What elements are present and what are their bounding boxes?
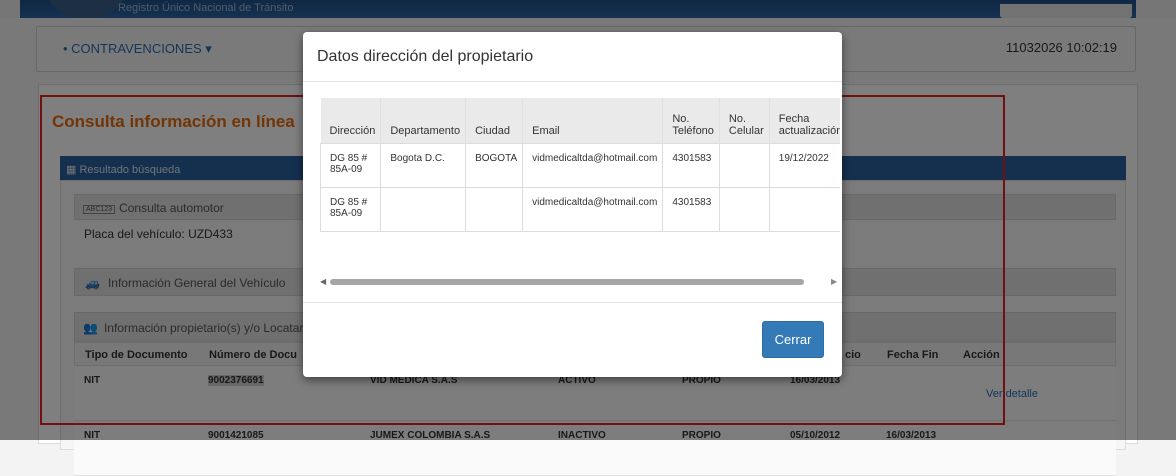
- horizontal-scrollbar[interactable]: ◀ ▶: [320, 276, 840, 288]
- cell-ciudad: [465, 186, 524, 232]
- cell-fecha: [768, 186, 840, 232]
- col-email: Email: [522, 98, 664, 143]
- col-ciudad: Ciudad: [465, 98, 524, 143]
- cell-celular: [718, 142, 770, 188]
- cell-telefono: 4301583: [662, 186, 720, 232]
- address-table-scroll[interactable]: Dirección Departamento Ciudad Email No. …: [320, 98, 840, 274]
- modal-title: Datos dirección del propietario: [317, 48, 534, 65]
- col-departamento: Departamento: [380, 98, 467, 143]
- table-row: DG 85 # 85A-09 Bogota D.C. BOGOTA vidmed…: [320, 142, 840, 188]
- modal-footer: Cerrar: [303, 302, 842, 377]
- col-celular: No. Celular: [719, 98, 770, 143]
- cell-email: vidmedicaltda@hotmail.com: [522, 186, 664, 232]
- cell-direccion: DG 85 # 85A-09: [320, 186, 382, 232]
- cell-telefono: 4301583: [662, 142, 720, 188]
- scroll-left-icon[interactable]: ◀: [320, 277, 326, 286]
- address-table: Dirección Departamento Ciudad Email No. …: [320, 98, 840, 232]
- cell-fecha: 19/12/2022: [768, 142, 840, 188]
- cell-direccion: DG 85 # 85A-09: [320, 142, 382, 188]
- col-direccion: Dirección: [320, 98, 382, 143]
- modal-header: Datos dirección del propietario: [303, 32, 842, 82]
- col-fecha-actualizacion: Fecha actualización: [769, 98, 840, 143]
- table-row: DG 85 # 85A-09 vidmedicaltda@hotmail.com…: [320, 186, 840, 232]
- cell-ciudad: BOGOTA: [465, 142, 524, 188]
- cell-departamento: [380, 186, 467, 232]
- scrollbar-thumb[interactable]: [330, 279, 804, 285]
- cell-email: vidmedicaltda@hotmail.com: [522, 142, 664, 188]
- modal-body: Dirección Departamento Ciudad Email No. …: [320, 98, 840, 298]
- close-button[interactable]: Cerrar: [762, 321, 824, 358]
- cell-celular: [718, 186, 770, 232]
- owner-address-modal: Datos dirección del propietario Direcció…: [303, 32, 842, 377]
- cell-departamento: Bogota D.C.: [380, 142, 467, 188]
- col-telefono: No. Teléfono: [662, 98, 720, 143]
- scroll-right-icon[interactable]: ▶: [831, 277, 837, 286]
- address-table-header: Dirección Departamento Ciudad Email No. …: [320, 98, 840, 143]
